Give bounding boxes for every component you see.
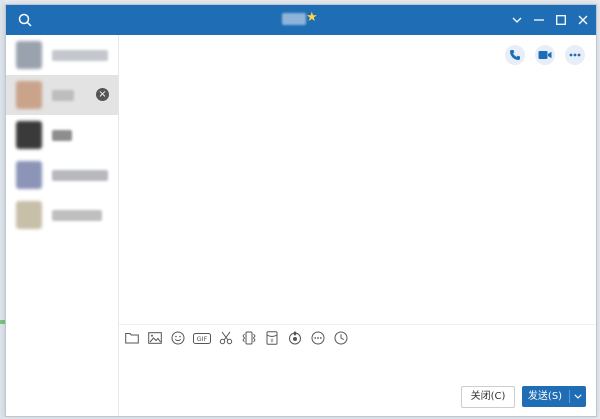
contact-item[interactable] — [6, 195, 118, 235]
star-icon: ★ — [306, 10, 318, 25]
contact-name — [52, 209, 102, 221]
window-title — [282, 13, 306, 25]
avatar — [16, 161, 42, 189]
message-area[interactable] — [119, 35, 596, 324]
contact-name — [52, 49, 108, 61]
gif-icon[interactable]: GIF — [193, 330, 211, 346]
remove-chat-icon[interactable]: × — [96, 88, 109, 101]
contact-item-active[interactable]: × — [6, 75, 118, 115]
history-icon[interactable] — [333, 330, 349, 346]
contact-item[interactable] — [6, 155, 118, 195]
contact-name — [52, 89, 74, 101]
title-bar[interactable]: ★ — [6, 5, 596, 35]
message-input[interactable] — [119, 348, 596, 383]
contact-name — [52, 169, 108, 181]
avatar — [16, 41, 42, 69]
avatar — [16, 201, 42, 229]
svg-text:GIF: GIF — [197, 335, 208, 343]
input-toolbar: GIF ¥ — [124, 330, 356, 346]
red-packet-icon[interactable]: ¥ — [264, 330, 280, 346]
vibrate-icon[interactable] — [241, 330, 257, 346]
avatar — [16, 81, 42, 109]
close-button[interactable]: 关闭(C) — [461, 386, 515, 408]
video-icon[interactable] — [535, 45, 555, 65]
send-button[interactable]: 发送(S) — [522, 386, 586, 407]
contact-item[interactable] — [6, 35, 118, 75]
contact-list: × — [6, 35, 119, 416]
chat-window: ★ × GIF ¥ 关闭(C) 发送(S) — [5, 4, 597, 417]
more-circle-icon[interactable] — [310, 330, 326, 346]
more-icon[interactable] — [565, 45, 585, 65]
chevron-down-icon[interactable] — [509, 5, 525, 35]
image-icon[interactable] — [147, 330, 163, 346]
contact-item[interactable] — [6, 115, 118, 155]
emoji-icon[interactable] — [170, 330, 186, 346]
send-options-chevron-icon[interactable] — [570, 386, 586, 407]
scissors-icon[interactable] — [218, 330, 234, 346]
phone-icon[interactable] — [505, 45, 525, 65]
folder-icon[interactable] — [124, 330, 140, 346]
avatar — [16, 121, 42, 149]
svg-text:¥: ¥ — [270, 339, 273, 345]
search-icon[interactable] — [16, 5, 34, 35]
send-button-label[interactable]: 发送(S) — [522, 386, 568, 407]
minimize-icon[interactable] — [531, 5, 547, 35]
divider — [119, 324, 596, 325]
contact-name — [52, 129, 72, 141]
maximize-icon[interactable] — [553, 5, 569, 35]
close-icon[interactable] — [575, 5, 591, 35]
voice-icon[interactable] — [287, 330, 303, 346]
